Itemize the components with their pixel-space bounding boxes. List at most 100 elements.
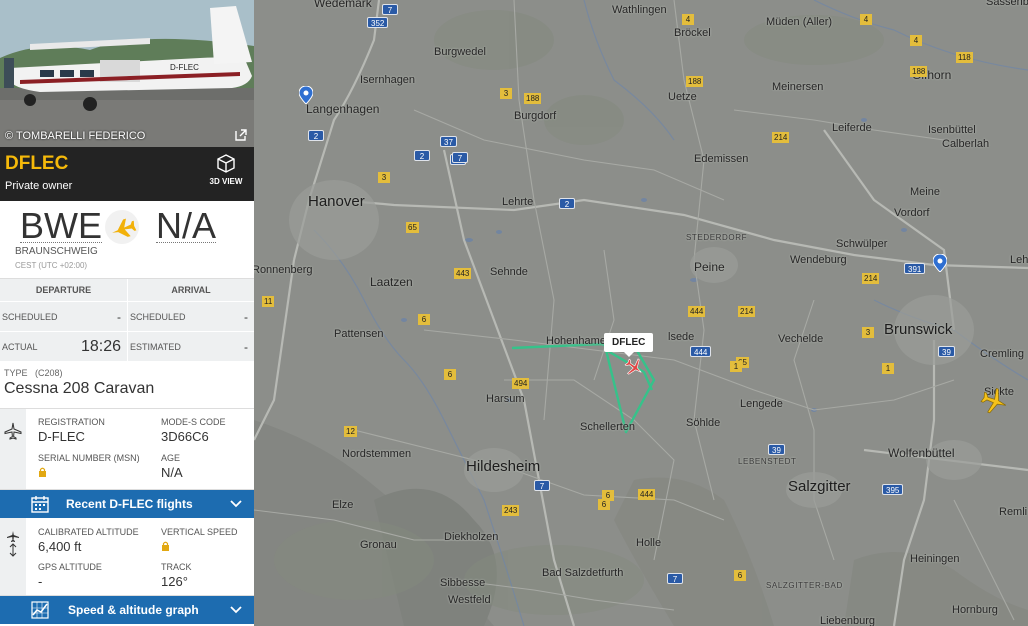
speed-altitude-graph-button[interactable]: Speed & altitude graph	[0, 596, 254, 624]
road-shield: 1	[730, 361, 742, 372]
autobahn-shield: 39	[768, 444, 785, 455]
road-shield: 11	[262, 296, 275, 307]
modes-value: 3D66C6	[161, 429, 209, 444]
map-place-label: Vordorf	[894, 207, 930, 219]
origin-code[interactable]: BWE	[20, 205, 103, 247]
map-place-label: Meinersen	[772, 81, 824, 93]
map-place-label: Liebenburg	[820, 615, 876, 626]
road-shield: 6	[444, 369, 456, 380]
calibrated-alt-value: 6,400 ft	[38, 539, 82, 554]
map-place-label: Söhlde	[686, 417, 721, 429]
map-place-label: Pattensen	[334, 328, 384, 340]
road-shield: 4	[910, 35, 922, 46]
age-value: N/A	[161, 465, 183, 480]
flight-map[interactable]: Wedemark Wathlingen Müden (Aller) Sassenb Br…	[254, 0, 1028, 626]
route-summary: BWE BRAUNSCHWEIG CEST (UTC +02:00) N/A	[0, 201, 254, 279]
autobahn-shield: 2	[308, 130, 324, 141]
aircraft-photo-image: D-FLEC	[0, 0, 254, 147]
road-shield: 214	[738, 306, 756, 317]
map-place-label: Isernhagen	[360, 74, 416, 86]
map-place-label: Edemissen	[694, 153, 749, 165]
route-plane-circle	[105, 210, 139, 244]
track-value: 126°	[161, 574, 188, 589]
airport-pin-icon[interactable]	[299, 86, 313, 104]
autobahn-shield: 39	[938, 346, 955, 357]
road-shield: 4	[682, 14, 694, 25]
road-shield: 6	[734, 570, 746, 581]
aircraft-callout[interactable]: DFLEC	[604, 333, 654, 357]
map-place-label: Harsum	[486, 393, 525, 405]
arrival-header: ARRIVAL	[127, 279, 254, 301]
road-shield: 3	[378, 172, 390, 183]
aircraft-details: REGISTRATION D-FLEC MODE-S CODE 3D66C6 SER…	[0, 409, 254, 490]
gps-alt-label: GPS ALTITUDE	[38, 562, 102, 572]
map-place-label: Burgdorf	[514, 110, 557, 122]
map-place-label: Brunswick	[884, 321, 953, 338]
serial-label: SERIAL NUMBER (MSN)	[38, 453, 140, 463]
calibrated-alt-label: CALIBRATED ALTITUDE	[38, 527, 139, 537]
altitude-details: CALIBRATED ALTITUDE 6,400 ft VERTICAL SPE…	[0, 518, 254, 596]
map-place-label: Müden (Aller)	[766, 16, 833, 28]
3d-view-button[interactable]: 3D VIEW	[208, 153, 244, 186]
map-place-label: Vechelde	[778, 333, 824, 345]
airport-pin-icon[interactable]	[933, 254, 947, 272]
map-place-label: Schwülper	[836, 238, 888, 250]
recent-flights-label: Recent D-FLEC flights	[66, 497, 193, 511]
autobahn-shield: 7	[667, 573, 683, 584]
road-shield: 214	[772, 132, 790, 143]
map-place-label: Peine	[694, 260, 725, 274]
scheduled-dep-label: SCHEDULED	[2, 311, 58, 322]
road-shield: 188	[524, 93, 542, 104]
departure-header: DEPARTURE	[35, 285, 92, 295]
cube-icon	[217, 154, 235, 173]
map-place-label: Lengede	[740, 398, 783, 410]
road-shield: 3	[862, 327, 874, 338]
autobahn-shield: 444	[690, 346, 712, 357]
autobahn-shield: 2	[414, 150, 430, 161]
autobahn-shield: 2	[559, 198, 575, 209]
autobahn-shield: 352	[367, 17, 389, 28]
map-place-label: Bad Salzdetfurth	[542, 567, 624, 579]
schedule-table: DEPARTURE ARRIVAL SCHEDULED - SCHEDULED - …	[0, 279, 254, 362]
track-label: TRACK	[161, 562, 192, 572]
road-shield: 188	[686, 76, 704, 87]
recent-flights-button[interactable]: Recent D-FLEC flights	[0, 490, 254, 518]
map-place-label: Leiferde	[832, 122, 872, 134]
map-base	[254, 0, 1028, 626]
registration-label: REGISTRATION	[38, 417, 105, 427]
map-place-label: Hildesheim	[466, 458, 541, 475]
map-place-label: Meine	[910, 186, 940, 198]
map-place-label: LEBENSTEDT	[738, 457, 797, 466]
map-place-label: Schellerten	[580, 421, 636, 433]
other-aircraft-icon[interactable]	[980, 387, 1008, 415]
map-place-label: Bröckel	[674, 27, 711, 39]
modes-label: MODE-S CODE	[161, 417, 226, 427]
scheduled-dep-value: -	[117, 309, 121, 324]
map-place-label: Wathlingen	[612, 4, 667, 16]
road-shield: 243	[502, 505, 520, 516]
road-shield: 494	[512, 378, 530, 389]
age-label: AGE	[161, 453, 181, 463]
scheduled-arr-label: SCHEDULED	[130, 311, 186, 322]
road-shield: 443	[454, 268, 472, 279]
callsign: DFLEC	[5, 153, 69, 174]
aircraft-photo[interactable]: D-FLEC © TOMBARELLI FEDERICO	[0, 0, 254, 147]
road-shield: 188	[910, 66, 928, 77]
map-place-label: Heiningen	[910, 553, 960, 565]
road-shield: 444	[688, 306, 706, 317]
map-place-label: Calberlah	[942, 138, 990, 150]
road-shield: 118	[956, 52, 973, 63]
aircraft-type: Cessna 208 Caravan	[4, 380, 155, 397]
type-code: (C208)	[35, 368, 63, 378]
road-shield: 6	[418, 314, 430, 325]
map-place-label: Wendeburg	[790, 254, 847, 266]
map-place-label: Sibbesse	[440, 577, 486, 589]
chevron-down-icon	[230, 606, 242, 614]
external-link-icon[interactable]	[234, 128, 248, 142]
selected-aircraft-icon[interactable]	[624, 357, 644, 377]
aircraft-icon	[4, 422, 22, 440]
scheduled-arr-value: -	[244, 309, 248, 324]
flight-header: DFLEC Private owner 3D VIEW	[0, 147, 254, 201]
speed-graph-label: Speed & altitude graph	[68, 603, 199, 617]
map-place-label: Diekholzen	[444, 531, 499, 543]
